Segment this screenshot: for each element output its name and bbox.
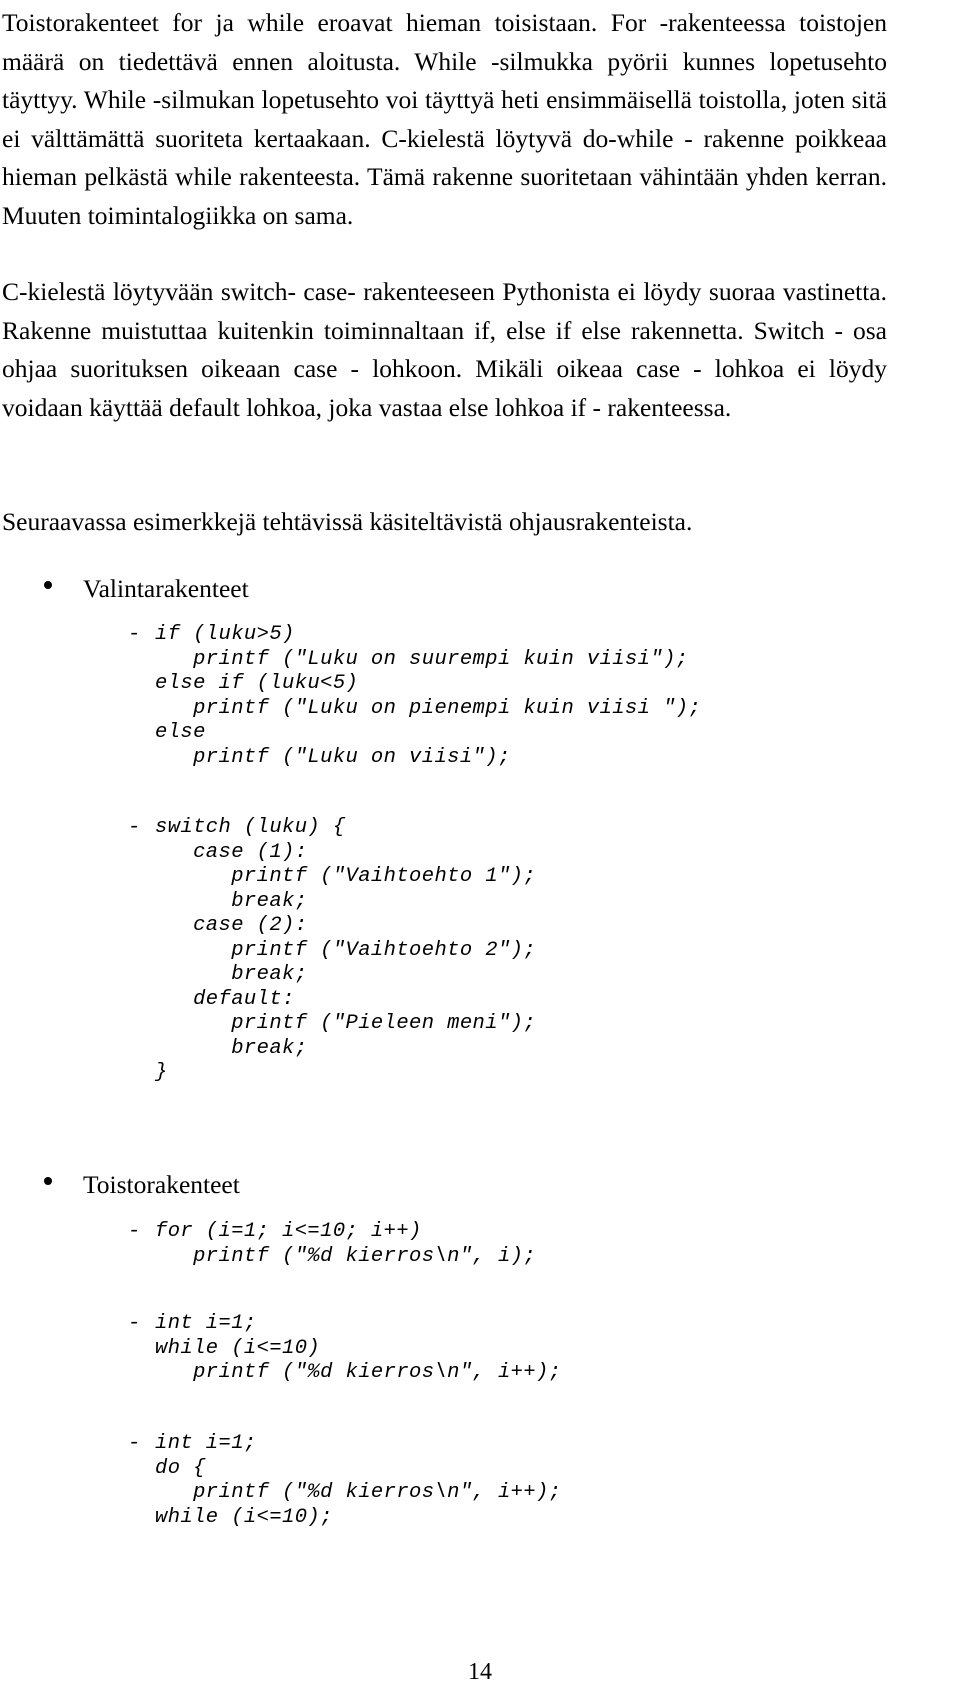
code-example-switch-case: - switch (luku) { case (1): printf ("Vai… [0,816,960,1091]
paragraph-text: C-kielestä löytyvään switch- case- raken… [2,277,887,422]
paragraph-text: Seuraavassa esimerkkejä tehtävissä käsit… [2,507,693,536]
paragraph-3: Seuraavassa esimerkkejä tehtävissä käsit… [2,503,887,542]
code-example-do-while-loop: - int i=1; do { printf ("%d kierros\n", … [0,1432,960,1537]
paragraph-text: Toistorakenteet for ja while eroavat hie… [2,8,887,230]
code-example-for-loop: - for (i=1; i<=10; i++) printf ("%d kier… [0,1220,960,1275]
code-dash-marker: - [128,623,141,646]
code-example-while-loop: - int i=1; while (i<=10) printf ("%d kie… [0,1312,960,1392]
code-example-if-else: - if (luku>5) printf ("Luku on suurempi … [0,623,960,775]
code-block: for (i=1; i<=10; i++) printf ("%d kierro… [155,1220,537,1268]
bullet-item-valintarakenteet: Valintarakenteet [0,572,960,610]
code-dash-marker: - [128,1220,141,1243]
paragraph-2: C-kielestä löytyvään switch- case- raken… [2,273,887,427]
page-number: 14 [468,1659,492,1685]
bullet-dot-icon [44,581,52,589]
code-dash-marker: - [128,1312,141,1335]
bullet-item-toistorakenteet: Toistorakenteet [0,1168,960,1206]
code-block: int i=1; do { printf ("%d kierros\n", i+… [155,1432,562,1529]
bullet-label: Toistorakenteet [83,1170,240,1199]
bullet-label: Valintarakenteet [83,574,249,603]
code-block: if (luku>5) printf ("Luku on suurempi ku… [155,623,702,769]
code-dash-marker: - [128,1432,141,1455]
code-dash-marker: - [128,816,141,839]
code-block: int i=1; while (i<=10) printf ("%d kierr… [155,1312,562,1384]
document-page: Toistorakenteet for ja while eroavat hie… [0,0,960,1701]
code-block: switch (luku) { case (1): printf ("Vaiht… [155,816,537,1084]
bullet-dot-icon [44,1177,52,1185]
paragraph-1: Toistorakenteet for ja while eroavat hie… [2,4,887,235]
